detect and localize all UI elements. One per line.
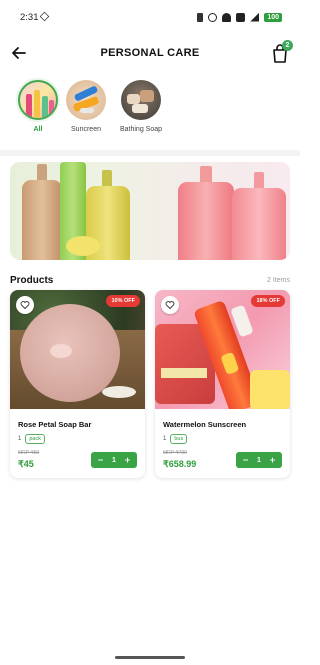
- sunscreen-label: [220, 351, 240, 376]
- quantity-stepper[interactable]: − 1 +: [91, 452, 137, 468]
- product-card[interactable]: 10% OFF Rose Petal Soap Bar 1 pack MRP ₹…: [10, 290, 145, 478]
- cart-button[interactable]: 2: [270, 40, 293, 64]
- wishlist-button[interactable]: [16, 296, 34, 314]
- status-time: 2:31: [20, 12, 39, 23]
- product-unit: pack: [25, 434, 45, 444]
- image-accent: [250, 370, 290, 409]
- category-bathing-soap[interactable]: Bathing Soap: [111, 80, 171, 133]
- products-heading: Products: [10, 275, 54, 286]
- decrement-button[interactable]: −: [95, 452, 106, 468]
- heart-icon: [165, 301, 175, 309]
- product-mrp: MRP ₹799: [163, 450, 187, 456]
- quantity-value: 1: [257, 456, 261, 464]
- product-mrp: MRP ₹50: [18, 450, 40, 456]
- status-icons: 100: [197, 11, 282, 23]
- page-title: PERSONAL CARE: [100, 47, 200, 59]
- category-label: Suncreen: [71, 126, 101, 133]
- bluetooth-icon: [197, 12, 204, 22]
- signal-icon: [250, 12, 260, 22]
- wishlist-button[interactable]: [161, 296, 179, 314]
- banner-bottle: [178, 182, 234, 260]
- location-icon: [208, 12, 218, 22]
- increment-button[interactable]: +: [267, 452, 278, 468]
- banner-bottle: [22, 180, 62, 260]
- product-price: ₹658.99: [163, 459, 197, 469]
- quantity-value: 1: [112, 456, 116, 464]
- category-bathing-soap-image: [121, 80, 161, 120]
- banner-bottle: [232, 188, 286, 260]
- products-count: 2 Items: [267, 277, 290, 284]
- promo-banner[interactable]: [10, 162, 290, 260]
- discount-badge: 10% OFF: [106, 295, 140, 307]
- watermelon-rind: [161, 368, 207, 378]
- cart-count-badge: 2: [282, 40, 293, 51]
- header: PERSONAL CARE 2: [0, 38, 300, 68]
- category-suncreen[interactable]: Suncreen: [56, 80, 116, 133]
- product-price: ₹45: [18, 459, 34, 469]
- wifi-icon: [222, 12, 232, 22]
- heart-icon: [20, 301, 30, 309]
- home-indicator[interactable]: [115, 656, 185, 659]
- section-divider: [0, 150, 300, 156]
- product-quantity-info: 1 bus: [163, 434, 188, 444]
- product-qty: 1: [18, 436, 22, 442]
- product-name: Watermelon Sunscreen: [163, 420, 247, 429]
- sim-icon: [236, 12, 246, 22]
- discount-badge: 18% OFF: [251, 295, 285, 307]
- category-all-image: [18, 80, 58, 120]
- soap-bar-emblem: [50, 344, 72, 358]
- quantity-stepper[interactable]: − 1 +: [236, 452, 282, 468]
- battery-icon: 100: [264, 12, 282, 22]
- soap-dish: [102, 386, 136, 398]
- status-bar: 2:31 100: [0, 0, 300, 30]
- banner-flowers: [66, 236, 100, 256]
- category-label: Bathing Soap: [119, 126, 163, 133]
- notification-icon: [39, 11, 50, 22]
- increment-button[interactable]: +: [122, 452, 133, 468]
- product-unit: bus: [170, 434, 188, 444]
- decrement-button[interactable]: −: [240, 452, 251, 468]
- category-suncreen-image: [66, 80, 106, 120]
- category-list: All Suncreen Bathing Soap: [8, 80, 300, 142]
- product-quantity-info: 1 pack: [18, 434, 45, 444]
- product-card[interactable]: 18% OFF Watermelon Sunscreen 1 bus MRP ₹…: [155, 290, 290, 478]
- product-name: Rose Petal Soap Bar: [18, 420, 92, 429]
- product-qty: 1: [163, 436, 167, 442]
